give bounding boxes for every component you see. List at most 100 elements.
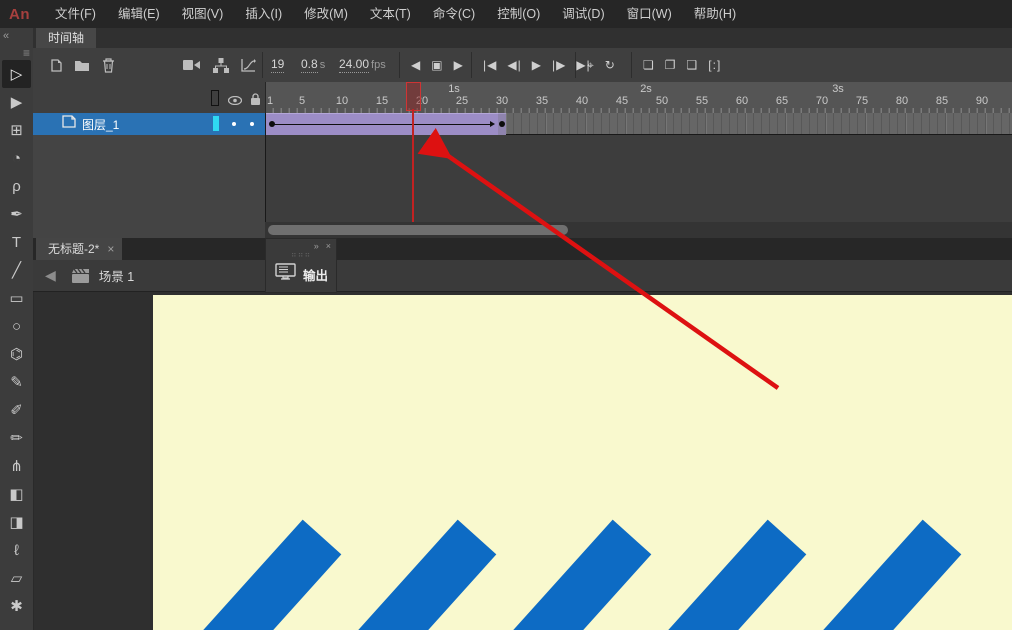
tool-paint-brush[interactable]: ✐ <box>2 396 31 424</box>
tool-line[interactable]: ╱ <box>2 256 31 284</box>
expand-panel-icon[interactable]: » <box>314 241 319 251</box>
end-keyframe-dot[interactable] <box>499 121 505 127</box>
tool-eyedropper[interactable]: ℓ <box>2 536 31 564</box>
menu-item-6[interactable]: 文本(T) <box>359 0 422 28</box>
tool-ink-bottle[interactable]: ◨ <box>2 508 31 536</box>
tool-brush[interactable]: ✏ <box>2 424 31 452</box>
insert-keyframe-button[interactable]: ▣ <box>431 58 443 72</box>
ruler-frame-25: 25 <box>455 95 469 107</box>
output-panel: » × ⠿⠿⠿ 输出 <box>265 238 337 293</box>
ruler-frame-70: 70 <box>815 95 829 107</box>
onion-skin-button[interactable]: ❏ <box>643 58 655 72</box>
step-back-button[interactable]: ◀| <box>507 58 521 72</box>
tool-asset-warp[interactable]: ✱ <box>2 592 31 620</box>
panel-grip-icon[interactable]: ≡ <box>23 46 30 60</box>
output-panel-label: 输出 <box>303 268 329 283</box>
loop-button[interactable]: ↻ <box>605 58 616 72</box>
menu-item-5[interactable]: 修改(M) <box>293 0 359 28</box>
ruler-frame-30: 30 <box>495 95 509 107</box>
play-button[interactable]: ▶ <box>532 58 542 72</box>
separator <box>575 52 576 78</box>
center-frame-button[interactable]: ⌖ <box>587 58 595 72</box>
playhead[interactable] <box>406 82 421 111</box>
layers-column-header <box>33 82 265 113</box>
close-panel-icon[interactable]: × <box>326 241 331 251</box>
menu-item-1[interactable]: 文件(F) <box>44 0 107 28</box>
tool-selection[interactable]: ▷ <box>2 60 31 88</box>
new-folder-button[interactable] <box>73 56 91 74</box>
panel-gripper[interactable]: ⠿⠿⠿ <box>266 252 336 259</box>
delete-layer-button[interactable] <box>99 56 117 74</box>
next-keyframe-button[interactable]: ▶ <box>454 58 464 72</box>
tool-bone[interactable]: ⋔ <box>2 452 31 480</box>
close-document-icon[interactable]: × <box>107 238 114 260</box>
start-keyframe-dot[interactable] <box>269 121 275 127</box>
prev-keyframe-button[interactable]: ◀ <box>411 58 421 72</box>
tool-oval[interactable]: ○ <box>2 312 31 340</box>
ruler-frame-55: 55 <box>695 95 709 107</box>
ruler-frame-50: 50 <box>655 95 669 107</box>
onion-skin-outlines-button[interactable]: ❐ <box>665 58 677 72</box>
menu-item-7[interactable]: 命令(C) <box>422 0 486 28</box>
menu-item-9[interactable]: 调试(D) <box>551 0 615 28</box>
tool-rectangle[interactable]: ▭ <box>2 284 31 312</box>
elapsed-time-field[interactable]: 0.8 s <box>301 57 325 73</box>
output-panel-button[interactable]: 输出 <box>266 259 336 285</box>
modify-markers-button[interactable]: [:] <box>708 58 721 72</box>
menu-item-4[interactable]: 插入(I) <box>234 0 293 28</box>
ruler-frame-5: 5 <box>298 95 306 107</box>
tool-free-transform[interactable]: ⊞ <box>2 116 31 144</box>
monitor-icon <box>275 263 296 285</box>
new-layer-button[interactable] <box>47 56 65 74</box>
layer-row[interactable]: 图层_1 <box>33 113 265 135</box>
menu-item-8[interactable]: 控制(O) <box>486 0 551 28</box>
end-keyframe-cell[interactable] <box>498 113 506 136</box>
eye-icon[interactable] <box>226 91 244 109</box>
layer-unlocked-dot[interactable] <box>250 122 254 126</box>
menu-item-2[interactable]: 编辑(E) <box>107 0 171 28</box>
tool-pen[interactable]: ✒ <box>2 200 31 228</box>
menu-items: 文件(F) 编辑(E) 视图(V) 插入(I) 修改(M) 文本(T) 命令(C) 控制(O)… <box>44 0 747 28</box>
tool-pencil[interactable]: ✎ <box>2 368 31 396</box>
timeline-ruler[interactable]: 1 5 10 15 20 25 30 35 40 45 50 55 60 65 70 75 80 85 90 1s 2s… <box>265 82 1012 113</box>
ruler-frame-1: 1 <box>266 95 274 107</box>
layer-parenting-button[interactable] <box>212 56 230 74</box>
tool-polystar[interactable]: ⌬ <box>2 340 31 368</box>
tab-timeline[interactable]: 时间轴 <box>36 28 97 48</box>
ruler-second-2s: 2s <box>640 83 652 95</box>
separator <box>471 52 472 78</box>
tab-document[interactable]: 无标题-2* × <box>36 238 123 260</box>
separator <box>631 52 632 78</box>
tool-lasso[interactable]: ρ <box>2 172 31 200</box>
timeline-panel: 时间轴 19 0.8 s 24.00 fps ◀ ▣ ▶ |◀ ◀| ▶ |▶ … <box>33 28 1012 238</box>
menu-item-3[interactable]: 视图(V) <box>171 0 235 28</box>
back-arrow-icon[interactable]: ◀ <box>45 267 56 284</box>
add-camera-button[interactable] <box>182 56 200 74</box>
tool-rotation-3d[interactable]: ◔ <box>2 144 31 172</box>
step-forward-button[interactable]: |▶ <box>552 58 566 72</box>
motion-tween-span[interactable] <box>266 113 498 136</box>
layer-outline-color-swatch[interactable] <box>213 116 219 131</box>
ruler-frame-75: 75 <box>855 95 869 107</box>
tool-paint-bucket[interactable]: ◧ <box>2 480 31 508</box>
current-frame-field[interactable]: 19 <box>271 57 285 73</box>
empty-frames[interactable] <box>506 113 1012 135</box>
outline-column-icon[interactable] <box>211 90 219 106</box>
layer-visible-dot[interactable] <box>232 122 236 126</box>
menu-item-10[interactable]: 窗口(W) <box>616 0 683 28</box>
layer-depth-button[interactable] <box>239 56 257 74</box>
scene-breadcrumb[interactable]: 场景 1 <box>99 266 134 285</box>
frame-rate-field[interactable]: 24.00 fps <box>339 57 386 73</box>
layer-frames-row[interactable] <box>265 113 1012 136</box>
layer-name[interactable]: 图层_1 <box>82 116 119 133</box>
menu-item-11[interactable]: 帮助(H) <box>683 0 747 28</box>
tool-text[interactable]: T <box>2 228 31 256</box>
tool-eraser[interactable]: ▱ <box>2 564 31 592</box>
tool-subselection[interactable]: ▶ <box>2 88 31 116</box>
ruler-frame-45: 45 <box>615 95 629 107</box>
collapse-panel-icon[interactable]: « <box>3 30 9 42</box>
lock-icon[interactable] <box>246 90 264 108</box>
timeline-scrollbar-thumb[interactable] <box>268 225 568 235</box>
go-first-frame-button[interactable]: |◀ <box>483 58 497 72</box>
edit-multiple-frames-button[interactable]: ❑ <box>687 58 699 72</box>
